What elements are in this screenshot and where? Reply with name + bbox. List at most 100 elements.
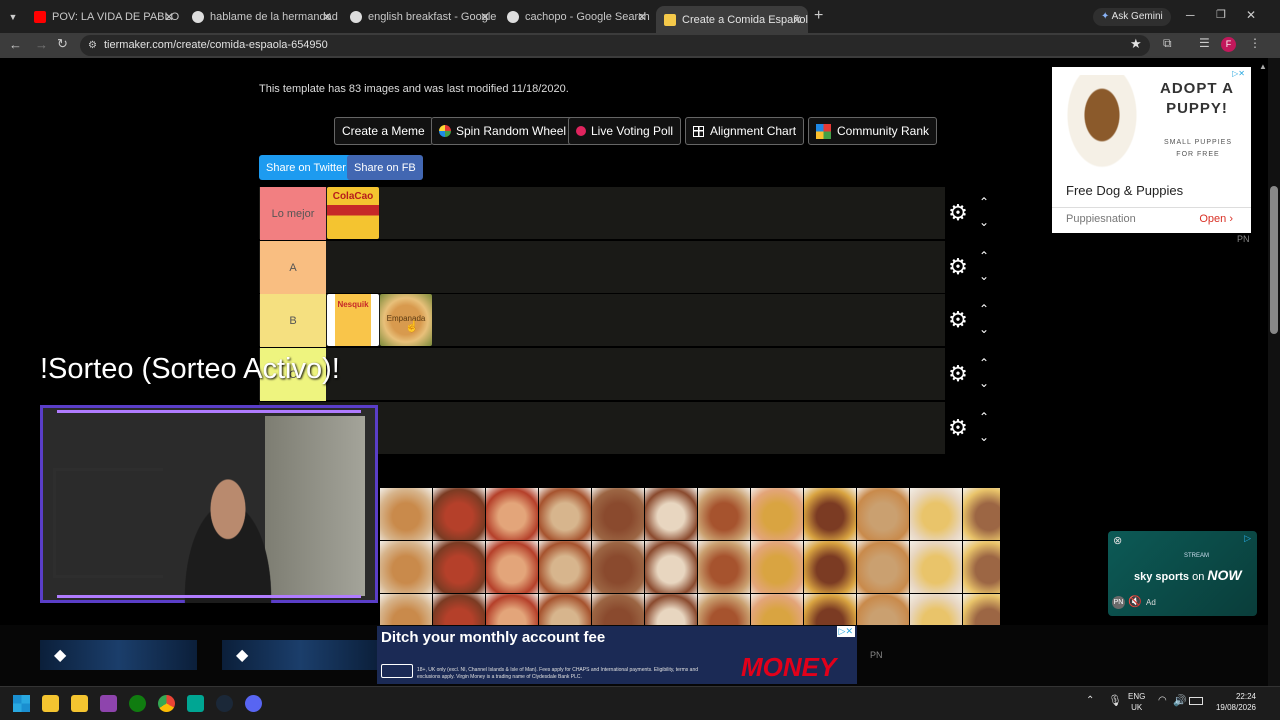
pool-food-item[interactable] [857,488,909,540]
pool-food-item[interactable] [592,594,644,625]
file-explorer-icon[interactable] [42,695,59,712]
extensions-icon[interactable]: ⧉ [1163,36,1172,51]
pool-food-item[interactable] [592,541,644,593]
ad-open-link[interactable]: Open › [1199,213,1233,225]
ask-gemini-button[interactable]: ✦ Ask Gemini [1093,8,1171,26]
live-poll-button[interactable]: Live Voting Poll [568,117,682,145]
ad-choices-icon[interactable]: ▷✕ [1232,69,1245,78]
pool-food-item[interactable] [751,488,803,540]
tab-google-cachopo[interactable]: cachopo - Google Search ✕ [499,6,653,28]
pool-food-item[interactable] [486,594,538,625]
page-scrollbar[interactable] [1268,58,1280,686]
tab-youtube[interactable]: POV: LA VIDA DE PABLO CON✕ [26,6,180,28]
info-icon[interactable]: PN [1112,596,1125,609]
chevron-up-icon[interactable]: ⌃ [979,195,989,209]
wifi-icon[interactable]: ◠ [1158,695,1167,706]
pool-food-item[interactable] [698,541,750,593]
pool-food-item[interactable] [857,594,909,625]
gear-icon[interactable]: ⚙ [948,363,968,385]
tab-google-hermandad[interactable]: hablame de la hermandad mus✕ [184,6,338,28]
pool-food-item[interactable] [486,488,538,540]
ad-choices-icon[interactable]: ▷ [1244,533,1251,544]
tab-list-dropdown[interactable]: ▼ [5,9,21,25]
pool-food-item[interactable] [433,594,485,625]
pool-food-item[interactable] [380,594,432,625]
pool-food-item[interactable] [539,541,591,593]
scroll-up-arrow[interactable]: ▲ [1259,62,1267,71]
pool-food-item[interactable] [380,488,432,540]
chevron-down-icon[interactable]: ⌄ [979,376,989,390]
pool-food-item[interactable] [698,594,750,625]
chevron-down-icon[interactable]: ⌄ [979,215,989,229]
reading-list-icon[interactable]: ☰ [1199,36,1210,50]
pool-food-item[interactable] [645,488,697,540]
close-icon[interactable]: ✕ [480,10,490,24]
gear-icon[interactable]: ⚙ [948,309,968,331]
minimize-button[interactable]: ─ [1186,8,1195,22]
close-icon[interactable]: ✕ [792,13,802,27]
close-icon[interactable]: ✕ [637,10,647,24]
pool-food-item[interactable] [804,541,856,593]
clock[interactable]: 22:24 19/08/2026 [1206,691,1256,713]
chevron-down-icon[interactable]: ⌄ [979,322,989,336]
chevron-up-icon[interactable]: ⌃ [979,302,989,316]
new-tab-button[interactable]: + [814,7,823,25]
close-window-button[interactable]: ✕ [1246,8,1256,22]
gear-icon[interactable]: ⚙ [948,256,968,278]
restore-button[interactable]: ❐ [1216,8,1226,21]
tier-label[interactable]: A [260,241,326,294]
pool-food-item[interactable] [380,541,432,593]
alignment-chart-button[interactable]: Alignment Chart [685,117,805,145]
pool-food-item[interactable] [539,488,591,540]
microphone-icon[interactable]: 🎙 [1108,694,1122,707]
create-meme-button[interactable]: Create a Meme [334,117,433,145]
pool-food-item[interactable] [751,541,803,593]
food-item-nesquik[interactable]: Nesquik [327,294,379,346]
ad-close-icon[interactable]: ▷✕ [836,626,855,637]
volume-icon[interactable]: 🔊 [1173,694,1187,707]
back-icon[interactable]: ← [9,37,22,52]
mute-icon[interactable]: 🔇 [1128,595,1142,608]
tray-chevron-icon[interactable]: ⌃ [1086,695,1094,706]
pool-food-item[interactable] [963,488,1000,540]
chevron-down-icon[interactable]: ⌄ [979,430,989,444]
language-indicator[interactable]: ENG UK [1128,691,1145,713]
pool-food-item[interactable] [857,541,909,593]
puppy-ad[interactable]: ▷✕ ADOPT A PUPPY! SMALL PUPPIES FOR FREE… [1052,67,1251,233]
scrollbar-thumb[interactable] [1270,186,1278,334]
share-fb-button[interactable]: Share on FB [347,155,423,180]
pool-food-item[interactable] [804,488,856,540]
chevron-down-icon[interactable]: ⌄ [979,269,989,283]
pool-food-item[interactable] [910,541,962,593]
chrome-icon[interactable] [158,695,175,712]
food-item-colacao[interactable]: ColaCao [327,187,379,239]
gear-icon[interactable]: ⚙ [948,202,968,224]
pool-food-item[interactable] [963,594,1000,625]
close-icon[interactable]: ✕ [164,10,174,24]
pool-food-item[interactable] [433,488,485,540]
app-teal-icon[interactable] [187,695,204,712]
reload-icon[interactable]: ↻ [57,36,68,52]
community-rank-button[interactable]: Community Rank [808,117,938,145]
gear-icon[interactable]: ⚙ [948,417,968,439]
pool-food-item[interactable] [539,594,591,625]
share-twitter-button[interactable]: Share on Twitter [259,155,353,180]
tab-google-breakfast[interactable]: english breakfast - Google Sea✕ [342,6,496,28]
close-icon[interactable]: ✕ [322,10,332,24]
chevron-up-icon[interactable]: ⌃ [979,410,989,424]
xbox-icon[interactable] [129,695,146,712]
bookmark-star-icon[interactable]: ★ [1130,36,1142,52]
store-icon[interactable] [71,695,88,712]
battery-icon[interactable] [1189,697,1203,705]
pool-food-item[interactable] [963,541,1000,593]
pool-food-item[interactable] [751,594,803,625]
windows-start-icon[interactable] [13,695,30,712]
pool-food-item[interactable] [433,541,485,593]
pool-food-item[interactable] [645,541,697,593]
virgin-money-ad[interactable]: Ditch your monthly account fee ▷✕ 18+, U… [377,626,857,684]
discord-icon[interactable] [245,695,262,712]
profile-avatar[interactable]: F [1221,37,1236,52]
pool-food-item[interactable] [804,594,856,625]
tab-tiermaker[interactable]: Create a Comida Española Tier✕ [656,6,808,33]
pool-food-item[interactable] [645,594,697,625]
